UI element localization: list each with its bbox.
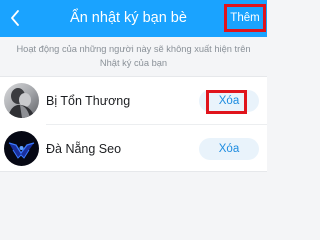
friend-name: Bị Tổn Thương [46, 94, 131, 108]
chevron-left-icon [11, 10, 19, 26]
notice-text: Hoạt động của những người này sẽ không x… [16, 44, 251, 68]
remove-button[interactable]: Xóa [199, 138, 259, 160]
list-item: Bị Tổn Thương Xóa [0, 77, 267, 125]
remove-highlight [206, 90, 247, 114]
page-title: Ẩn nhật ký bạn bè [70, 10, 187, 26]
hidden-diary-screen: Ẩn nhật ký bạn bè Thêm Hoạt động của nhữ… [0, 0, 267, 240]
add-button[interactable]: Thêm [224, 4, 266, 32]
avatar[interactable] [4, 83, 39, 118]
header-bar: Ẩn nhật ký bạn bè Thêm [0, 0, 267, 37]
friend-list: Bị Tổn Thương Xóa Đà Nẵng Seo Xóa [0, 76, 267, 172]
avatar[interactable] [4, 131, 39, 166]
back-button[interactable] [6, 7, 24, 29]
friend-name: Đà Nẵng Seo [46, 142, 122, 156]
list-item: Đà Nẵng Seo Xóa [0, 125, 267, 173]
